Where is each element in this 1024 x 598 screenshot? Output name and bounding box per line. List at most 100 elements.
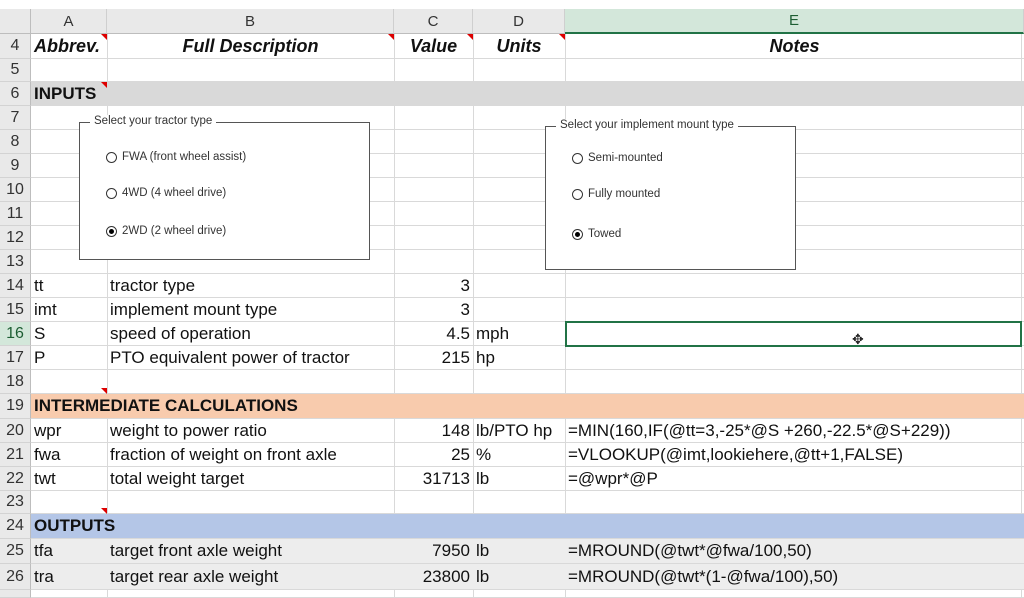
column-header-a[interactable]: A xyxy=(31,9,107,34)
row-header-17[interactable]: 17 xyxy=(0,346,31,370)
empty-row[interactable] xyxy=(31,590,1024,598)
row-header-24[interactable]: 24 xyxy=(0,514,31,539)
cell-notes[interactable]: =VLOOKUP(@imt,lookiehere,@tt+1,FALSE) xyxy=(565,443,1024,466)
cell-description[interactable]: fraction of weight on front axle xyxy=(107,443,394,466)
cell-description[interactable]: target rear axle weight xyxy=(107,564,394,589)
cell-units[interactable] xyxy=(473,274,565,297)
row-header-9[interactable]: 9 xyxy=(0,154,31,178)
row-header-15[interactable]: 15 xyxy=(0,298,31,322)
cell-abbrev[interactable]: P xyxy=(31,346,107,369)
cell-units[interactable] xyxy=(473,298,565,321)
row-header-4[interactable]: 4 xyxy=(0,34,31,59)
row-header-18[interactable]: 18 xyxy=(0,370,31,394)
cell-value[interactable]: 7950 xyxy=(394,539,473,563)
header-units[interactable]: Units xyxy=(473,34,565,58)
cell-description[interactable]: total weight target xyxy=(107,467,394,490)
outputs-section-row[interactable]: OUTPUTS xyxy=(31,514,1024,539)
cell-value[interactable]: 148 xyxy=(394,419,473,442)
radio-option-2wd[interactable]: 2WD (2 wheel drive) xyxy=(106,225,226,237)
column-header-c[interactable]: C xyxy=(394,9,473,34)
column-header-b[interactable]: B xyxy=(107,9,394,34)
cell-units[interactable]: % xyxy=(473,443,565,466)
inputs-section-title[interactable]: INPUTS xyxy=(31,82,231,105)
active-cell-e16[interactable] xyxy=(565,321,1022,347)
cell-value[interactable]: 3 xyxy=(394,298,473,321)
row-header-19[interactable]: 19 xyxy=(0,394,31,419)
cell-abbrev[interactable]: tra xyxy=(31,564,107,589)
column-header-e[interactable]: E xyxy=(565,9,1024,34)
row-header-23[interactable]: 23 xyxy=(0,491,31,514)
radio-button-selected-icon[interactable] xyxy=(106,225,117,237)
row-header-13[interactable]: 13 xyxy=(0,250,31,274)
empty-row[interactable] xyxy=(31,491,1024,514)
cell-abbrev[interactable]: S xyxy=(31,322,107,345)
row-header-7[interactable]: 7 xyxy=(0,106,31,130)
empty-row[interactable] xyxy=(31,59,1024,82)
cell-notes[interactable]: =@wpr*@P xyxy=(565,467,1024,490)
row-header-27[interactable] xyxy=(0,590,31,598)
header-full-description[interactable]: Full Description xyxy=(107,34,394,58)
tractor-type-group: Select your tractor type FWA (front whee… xyxy=(79,115,370,260)
cell-description[interactable]: speed of operation xyxy=(107,322,394,345)
cell-units[interactable]: mph xyxy=(473,322,565,345)
row-header-6[interactable]: 6 xyxy=(0,82,31,106)
row-header-12[interactable]: 12 xyxy=(0,226,31,250)
row-header-11[interactable]: 11 xyxy=(0,202,31,226)
cell-units[interactable]: lb xyxy=(473,467,565,490)
header-value[interactable]: Value xyxy=(394,34,473,58)
inputs-section-row[interactable]: INPUTS xyxy=(31,82,1024,106)
header-notes[interactable]: Notes xyxy=(565,34,1024,58)
radio-button-icon[interactable] xyxy=(572,188,583,200)
header-abbrev[interactable]: Abbrev. xyxy=(31,34,107,58)
cell-abbrev[interactable]: twt xyxy=(31,467,107,490)
select-all-corner[interactable] xyxy=(0,9,31,34)
cell-units[interactable]: lb xyxy=(473,564,565,589)
cell-abbrev[interactable]: fwa xyxy=(31,443,107,466)
outputs-section-title[interactable]: OUTPUTS xyxy=(31,514,231,538)
cell-value[interactable]: 215 xyxy=(394,346,473,369)
radio-button-icon[interactable] xyxy=(106,187,117,199)
cell-abbrev[interactable]: imt xyxy=(31,298,107,321)
cell-description[interactable]: PTO equivalent power of tractor xyxy=(107,346,394,369)
radio-option-towed[interactable]: Towed xyxy=(572,228,621,240)
row-header-8[interactable]: 8 xyxy=(0,130,31,154)
cell-description[interactable]: target front axle weight xyxy=(107,539,394,563)
cell-description[interactable]: tractor type xyxy=(107,274,394,297)
row-header-26[interactable]: 26 xyxy=(0,564,31,590)
radio-option-fwa[interactable]: FWA (front wheel assist) xyxy=(106,151,246,163)
cell-units[interactable]: lb/PTO hp xyxy=(473,419,565,442)
cell-value[interactable]: 23800 xyxy=(394,564,473,589)
row-header-16[interactable]: 16 xyxy=(0,322,31,346)
radio-option-fully-mounted[interactable]: Fully mounted xyxy=(572,188,660,200)
radio-button-icon[interactable] xyxy=(572,152,583,164)
intermediate-section-row[interactable]: INTERMEDIATE CALCULATIONS xyxy=(31,394,1024,419)
row-header-14[interactable]: 14 xyxy=(0,274,31,298)
cell-description[interactable]: implement mount type xyxy=(107,298,394,321)
radio-button-selected-icon[interactable] xyxy=(572,228,583,240)
cell-value[interactable]: 3 xyxy=(394,274,473,297)
empty-row[interactable] xyxy=(31,370,1024,394)
cell-value[interactable]: 31713 xyxy=(394,467,473,490)
cell-abbrev[interactable]: tt xyxy=(31,274,107,297)
row-header-5[interactable]: 5 xyxy=(0,59,31,82)
row-header-21[interactable]: 21 xyxy=(0,443,31,467)
intermediate-section-title[interactable]: INTERMEDIATE CALCULATIONS xyxy=(31,394,431,418)
cell-notes[interactable]: =MROUND(@twt*(1-@fwa/100),50) xyxy=(565,564,1024,589)
cell-units[interactable]: lb xyxy=(473,539,565,563)
radio-option-semi-mounted[interactable]: Semi-mounted xyxy=(572,152,663,164)
cell-notes[interactable]: =MIN(160,IF(@tt=3,-25*@S +260,-22.5*@S+2… xyxy=(565,419,1024,442)
cell-notes[interactable]: =MROUND(@twt*@fwa/100,50) xyxy=(565,539,1024,563)
row-header-10[interactable]: 10 xyxy=(0,178,31,202)
cell-value[interactable]: 4.5 xyxy=(394,322,473,345)
cell-value[interactable]: 25 xyxy=(394,443,473,466)
column-header-d[interactable]: D xyxy=(473,9,565,34)
row-header-22[interactable]: 22 xyxy=(0,467,31,491)
radio-option-4wd[interactable]: 4WD (4 wheel drive) xyxy=(106,187,226,199)
row-header-25[interactable]: 25 xyxy=(0,539,31,564)
cell-abbrev[interactable]: wpr xyxy=(31,419,107,442)
cell-abbrev[interactable]: tfa xyxy=(31,539,107,563)
row-header-20[interactable]: 20 xyxy=(0,419,31,443)
radio-button-icon[interactable] xyxy=(106,151,117,163)
cell-description[interactable]: weight to power ratio xyxy=(107,419,394,442)
cell-units[interactable]: hp xyxy=(473,346,565,369)
